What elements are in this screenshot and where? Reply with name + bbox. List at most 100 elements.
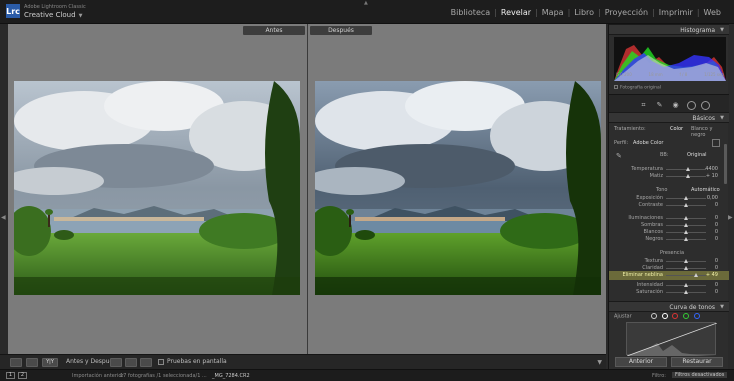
- slider-row[interactable]: Contraste 0: [609, 201, 729, 210]
- wb-label: BB:: [660, 152, 669, 158]
- after-photo[interactable]: [315, 81, 601, 295]
- graduated-filter-icon[interactable]: [687, 101, 696, 110]
- slider-track[interactable]: [666, 275, 706, 276]
- profile-browser-icon[interactable]: [712, 139, 720, 147]
- slider-value[interactable]: + 10: [706, 173, 718, 179]
- slider-thumb[interactable]: [684, 230, 688, 234]
- slider-row[interactable]: Eliminar neblina + 49: [609, 271, 729, 280]
- tone-curve-header[interactable]: Curva de tonos ▼: [609, 301, 729, 312]
- page1-button[interactable]: 1: [6, 372, 15, 379]
- treatment-bw[interactable]: Blanco y negro: [691, 126, 728, 138]
- account-name: Creative Cloud: [24, 11, 76, 19]
- module-biblioteca[interactable]: Biblioteca: [450, 8, 492, 17]
- slider-value[interactable]: 0: [715, 202, 718, 208]
- slider-thumb[interactable]: [684, 203, 688, 207]
- histogram-title: Histograma: [680, 27, 715, 34]
- reset-button[interactable]: Restaurar: [671, 357, 723, 367]
- basic-header[interactable]: Básicos ▼: [609, 112, 729, 123]
- slider-thumb[interactable]: [684, 237, 688, 241]
- module-imprimir[interactable]: Imprimir: [658, 8, 694, 17]
- green-curve-icon[interactable]: [683, 313, 690, 319]
- current-filename: _MG_7284.CR2: [212, 373, 250, 379]
- previous-button[interactable]: Anterior: [615, 357, 667, 367]
- blue-curve-icon[interactable]: [693, 313, 700, 319]
- focal-length: 18 mm: [648, 72, 663, 77]
- radial-filter-icon[interactable]: [701, 101, 710, 110]
- panel-collapse-arrow-icon[interactable]: ▲: [364, 0, 368, 6]
- after-label: Después: [310, 26, 372, 35]
- soft-proof-label: Pruebas en pantalla: [167, 358, 227, 365]
- copy-after-to-before-button[interactable]: [125, 358, 137, 367]
- slider-thumb[interactable]: [686, 174, 690, 178]
- module-proyeccion[interactable]: Proyección: [604, 8, 649, 17]
- module-revelar[interactable]: Revelar: [500, 8, 532, 17]
- page2-button[interactable]: 2: [18, 372, 27, 379]
- tone-curve-graph[interactable]: [626, 322, 718, 357]
- slider-thumb[interactable]: [686, 167, 690, 171]
- module-libro[interactable]: Libro: [573, 8, 595, 17]
- slider-thumb[interactable]: [684, 259, 688, 263]
- slider-thumb[interactable]: [694, 273, 698, 277]
- slider-row[interactable]: Matiz + 10: [609, 172, 729, 181]
- parametric-curve-icon[interactable]: [651, 313, 658, 319]
- collapse-triangle-icon: ▼: [720, 304, 724, 310]
- slider-thumb[interactable]: [684, 196, 688, 200]
- identity-plate[interactable]: Adobe Lightroom Classic Creative Cloud ▼: [24, 3, 86, 20]
- slider-label: Matiz: [649, 173, 663, 179]
- slider-value[interactable]: + 49: [706, 272, 718, 278]
- wb-dropdown[interactable]: Original: [687, 152, 707, 158]
- slider-row[interactable]: Saturación 0: [609, 288, 729, 297]
- module-web[interactable]: Web: [703, 8, 722, 17]
- treatment-color[interactable]: Color: [670, 126, 683, 132]
- collapse-triangle-icon: ▼: [720, 115, 724, 121]
- slider-label: Eliminar neblina: [622, 272, 663, 278]
- suite-name: Adobe Lightroom Classic: [24, 4, 86, 10]
- basic-title: Básicos: [692, 115, 715, 122]
- module-picker: Biblioteca | Revelar | Mapa | Libro | Proyec…: [450, 8, 722, 17]
- histogram-header[interactable]: Histograma ▼: [609, 24, 729, 35]
- before-after-mode-label[interactable]: Antes y Después: [66, 358, 116, 365]
- loupe-view-button[interactable]: [10, 358, 22, 367]
- panel-scrollbar[interactable]: [724, 144, 727, 184]
- tone-label: Tono: [656, 187, 668, 193]
- toolbar-menu-icon[interactable]: ▼: [597, 359, 602, 366]
- before-after-viewer: Antes Después: [8, 24, 606, 354]
- before-after-view-button[interactable]: Y|Y: [42, 358, 58, 367]
- auto-tone-button[interactable]: Automático: [691, 187, 720, 193]
- red-curve-icon[interactable]: [672, 313, 679, 319]
- slider-thumb[interactable]: [684, 290, 688, 294]
- slider-value[interactable]: 0: [715, 236, 718, 242]
- soft-proof-checkbox[interactable]: [158, 359, 164, 365]
- slider-value[interactable]: 0: [715, 289, 718, 295]
- presence-label: Presencia: [660, 250, 685, 256]
- shutter-speed: 1/125 seg: [704, 72, 724, 77]
- filter-dropdown[interactable]: Filtros desactivados: [672, 372, 728, 378]
- checkbox-icon: [614, 85, 618, 89]
- before-pane: Antes: [8, 24, 307, 354]
- eyedropper-icon[interactable]: ✎: [616, 152, 622, 160]
- red-eye-icon[interactable]: ◉: [671, 101, 680, 110]
- profile-dropdown[interactable]: Adobe Color: [633, 140, 663, 146]
- slider-row[interactable]: Negros 0: [609, 235, 729, 244]
- copy-before-to-after-button[interactable]: [110, 358, 122, 367]
- slider-thumb[interactable]: [684, 223, 688, 227]
- left-panel-collapsed: ◀: [0, 24, 8, 354]
- expand-left-panel-icon[interactable]: ◀: [1, 214, 6, 221]
- rgb-curve-icon[interactable]: [661, 313, 668, 319]
- grid-view-button[interactable]: [26, 358, 38, 367]
- develop-right-panel: Histograma ▼ ISO 200 18 mm f / 8 1/125 se…: [608, 24, 729, 369]
- module-mapa[interactable]: Mapa: [541, 8, 565, 17]
- treatment-label: Tratamiento:: [614, 126, 646, 132]
- after-pane: Después: [308, 24, 606, 354]
- collapse-triangle-icon: ▼: [720, 27, 724, 33]
- slider-thumb[interactable]: [684, 266, 688, 270]
- before-photo[interactable]: [14, 81, 300, 295]
- spot-removal-icon[interactable]: ✎: [655, 101, 664, 110]
- original-photo-toggle[interactable]: Fotografía original: [614, 85, 661, 91]
- slider-thumb[interactable]: [684, 283, 688, 287]
- slider-thumb[interactable]: [684, 216, 688, 220]
- source-folder[interactable]: Importación anterior: [72, 373, 123, 379]
- swap-before-after-button[interactable]: [140, 358, 152, 367]
- adjust-label: Ajustar: [614, 313, 632, 320]
- crop-icon[interactable]: ⌗: [639, 101, 648, 110]
